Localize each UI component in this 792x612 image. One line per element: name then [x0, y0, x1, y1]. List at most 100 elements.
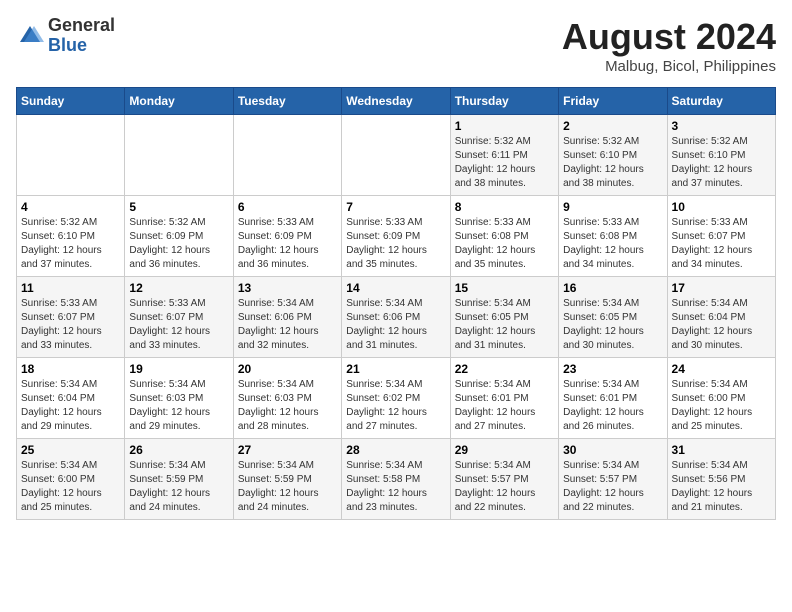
calendar-cell: 12Sunrise: 5:33 AM Sunset: 6:07 PM Dayli… — [125, 277, 233, 358]
day-number: 22 — [455, 362, 554, 376]
day-number: 9 — [563, 200, 662, 214]
day-number: 26 — [129, 443, 228, 457]
calendar-cell: 13 Sunrise: 5:34 AM Sunset: 6:06 PM Dayli… — [233, 277, 341, 358]
calendar-cell: 28Sunrise: 5:34 AM Sunset: 5:58 PM Dayli… — [342, 439, 450, 520]
day-info: Sunrise: 5:34 AM Sunset: 6:05 PM Dayligh… — [563, 297, 662, 353]
day-info: Sunrise: 5:32 AM Sunset: 6:10 PM Dayligh… — [21, 216, 120, 272]
day-info: Sunrise: 5:34 AM Sunset: 6:00 PM Dayligh… — [21, 459, 120, 515]
day-info: Sunrise: 5:33 AM Sunset: 6:09 PM Dayligh… — [346, 216, 445, 272]
header-cell-thursday: Thursday — [450, 88, 558, 115]
day-number: 21 — [346, 362, 445, 376]
header: General Blue August 2024 Malbug, Bicol, … — [16, 16, 776, 75]
calendar-cell: 20 Sunrise: 5:34 AM Sunset: 6:03 PM Dayli… — [233, 358, 341, 439]
calendar-cell: 23 Sunrise: 5:34 AM Sunset: 6:01 PM Dayli… — [559, 358, 667, 439]
calendar-cell: 7 Sunrise: 5:33 AM Sunset: 6:09 PM Daylig… — [342, 196, 450, 277]
calendar-cell: 29Sunrise: 5:34 AM Sunset: 5:57 PM Dayli… — [450, 439, 558, 520]
week-row-0: 1 Sunrise: 5:32 AM Sunset: 6:11 PM Daylig… — [17, 115, 776, 196]
day-info: Sunrise: 5:34 AM Sunset: 6:01 PM Dayligh… — [455, 378, 554, 434]
calendar-cell — [233, 115, 341, 196]
calendar-cell: 26 Sunrise: 5:34 AM Sunset: 5:59 PM Dayli… — [125, 439, 233, 520]
header-cell-wednesday: Wednesday — [342, 88, 450, 115]
calendar-cell: 17Sunrise: 5:34 AM Sunset: 6:04 PM Dayli… — [667, 277, 775, 358]
day-info: Sunrise: 5:34 AM Sunset: 6:00 PM Dayligh… — [672, 378, 771, 434]
day-number: 5 — [129, 200, 228, 214]
calendar-cell: 15 Sunrise: 5:34 AM Sunset: 6:05 PM Dayli… — [450, 277, 558, 358]
week-row-3: 18Sunrise: 5:34 AM Sunset: 6:04 PM Dayli… — [17, 358, 776, 439]
calendar-cell: 22 Sunrise: 5:34 AM Sunset: 6:01 PM Dayli… — [450, 358, 558, 439]
day-info: Sunrise: 5:34 AM Sunset: 5:59 PM Dayligh… — [238, 459, 337, 515]
calendar-header: SundayMondayTuesdayWednesdayThursdayFrid… — [17, 88, 776, 115]
calendar-body: 1 Sunrise: 5:32 AM Sunset: 6:11 PM Daylig… — [17, 115, 776, 520]
day-number: 25 — [21, 443, 120, 457]
calendar-cell — [125, 115, 233, 196]
day-info: Sunrise: 5:34 AM Sunset: 5:57 PM Dayligh… — [563, 459, 662, 515]
calendar-cell: 3Sunrise: 5:32 AM Sunset: 6:10 PM Daylig… — [667, 115, 775, 196]
page-title: August 2024 — [562, 16, 776, 58]
day-number: 15 — [455, 281, 554, 295]
calendar-cell: 5 Sunrise: 5:32 AM Sunset: 6:09 PM Daylig… — [125, 196, 233, 277]
day-info: Sunrise: 5:34 AM Sunset: 6:03 PM Dayligh… — [238, 378, 337, 434]
calendar-cell: 25 Sunrise: 5:34 AM Sunset: 6:00 PM Dayli… — [17, 439, 125, 520]
day-info: Sunrise: 5:34 AM Sunset: 5:58 PM Dayligh… — [346, 459, 445, 515]
calendar-cell: 2 Sunrise: 5:32 AM Sunset: 6:10 PM Daylig… — [559, 115, 667, 196]
day-info: Sunrise: 5:33 AM Sunset: 6:08 PM Dayligh… — [563, 216, 662, 272]
day-info: Sunrise: 5:34 AM Sunset: 5:59 PM Dayligh… — [129, 459, 228, 515]
day-info: Sunrise: 5:34 AM Sunset: 6:03 PM Dayligh… — [129, 378, 228, 434]
calendar-cell: 4 Sunrise: 5:32 AM Sunset: 6:10 PM Daylig… — [17, 196, 125, 277]
calendar-cell: 6 Sunrise: 5:33 AM Sunset: 6:09 PM Daylig… — [233, 196, 341, 277]
logo-general: General — [48, 16, 115, 36]
day-info: Sunrise: 5:34 AM Sunset: 6:05 PM Dayligh… — [455, 297, 554, 353]
calendar-cell: 8 Sunrise: 5:33 AM Sunset: 6:08 PM Daylig… — [450, 196, 558, 277]
calendar-cell: 11 Sunrise: 5:33 AM Sunset: 6:07 PM Dayli… — [17, 277, 125, 358]
day-number: 11 — [21, 281, 120, 295]
calendar-cell: 19 Sunrise: 5:34 AM Sunset: 6:03 PM Dayli… — [125, 358, 233, 439]
day-number: 6 — [238, 200, 337, 214]
header-row: SundayMondayTuesdayWednesdayThursdayFrid… — [17, 88, 776, 115]
header-cell-monday: Monday — [125, 88, 233, 115]
calendar-table: SundayMondayTuesdayWednesdayThursdayFrid… — [16, 87, 776, 520]
day-number: 18 — [21, 362, 120, 376]
day-info: Sunrise: 5:32 AM Sunset: 6:11 PM Dayligh… — [455, 135, 554, 191]
day-number: 1 — [455, 119, 554, 133]
day-info: Sunrise: 5:33 AM Sunset: 6:07 PM Dayligh… — [129, 297, 228, 353]
day-info: Sunrise: 5:34 AM Sunset: 6:04 PM Dayligh… — [672, 297, 771, 353]
day-info: Sunrise: 5:34 AM Sunset: 6:01 PM Dayligh… — [563, 378, 662, 434]
day-number: 7 — [346, 200, 445, 214]
calendar-cell: 21 Sunrise: 5:34 AM Sunset: 6:02 PM Dayli… — [342, 358, 450, 439]
day-number: 19 — [129, 362, 228, 376]
week-row-4: 25 Sunrise: 5:34 AM Sunset: 6:00 PM Dayli… — [17, 439, 776, 520]
header-cell-friday: Friday — [559, 88, 667, 115]
calendar-cell: 24 Sunrise: 5:34 AM Sunset: 6:00 PM Dayli… — [667, 358, 775, 439]
calendar-cell — [17, 115, 125, 196]
day-info: Sunrise: 5:33 AM Sunset: 6:08 PM Dayligh… — [455, 216, 554, 272]
day-info: Sunrise: 5:34 AM Sunset: 6:06 PM Dayligh… — [238, 297, 337, 353]
day-info: Sunrise: 5:33 AM Sunset: 6:09 PM Dayligh… — [238, 216, 337, 272]
logo-text: General Blue — [48, 16, 115, 56]
calendar-cell: 27Sunrise: 5:34 AM Sunset: 5:59 PM Dayli… — [233, 439, 341, 520]
day-info: Sunrise: 5:34 AM Sunset: 5:57 PM Dayligh… — [455, 459, 554, 515]
calendar-cell: 30Sunrise: 5:34 AM Sunset: 5:57 PM Dayli… — [559, 439, 667, 520]
day-info: Sunrise: 5:34 AM Sunset: 6:02 PM Dayligh… — [346, 378, 445, 434]
day-number: 2 — [563, 119, 662, 133]
day-number: 23 — [563, 362, 662, 376]
day-number: 20 — [238, 362, 337, 376]
logo-icon — [16, 22, 44, 50]
calendar-cell: 1 Sunrise: 5:32 AM Sunset: 6:11 PM Daylig… — [450, 115, 558, 196]
day-number: 8 — [455, 200, 554, 214]
calendar-cell: 18Sunrise: 5:34 AM Sunset: 6:04 PM Dayli… — [17, 358, 125, 439]
day-number: 16 — [563, 281, 662, 295]
logo-blue: Blue — [48, 36, 115, 56]
day-number: 24 — [672, 362, 771, 376]
day-number: 31 — [672, 443, 771, 457]
day-number: 4 — [21, 200, 120, 214]
day-number: 13 — [238, 281, 337, 295]
calendar-cell: 9 Sunrise: 5:33 AM Sunset: 6:08 PM Daylig… — [559, 196, 667, 277]
week-row-2: 11 Sunrise: 5:33 AM Sunset: 6:07 PM Dayli… — [17, 277, 776, 358]
day-info: Sunrise: 5:32 AM Sunset: 6:09 PM Dayligh… — [129, 216, 228, 272]
title-section: August 2024 Malbug, Bicol, Philippines — [562, 16, 776, 75]
calendar-cell: 10Sunrise: 5:33 AM Sunset: 6:07 PM Dayli… — [667, 196, 775, 277]
day-number: 10 — [672, 200, 771, 214]
day-info: Sunrise: 5:33 AM Sunset: 6:07 PM Dayligh… — [21, 297, 120, 353]
day-info: Sunrise: 5:32 AM Sunset: 6:10 PM Dayligh… — [563, 135, 662, 191]
day-info: Sunrise: 5:34 AM Sunset: 5:56 PM Dayligh… — [672, 459, 771, 515]
